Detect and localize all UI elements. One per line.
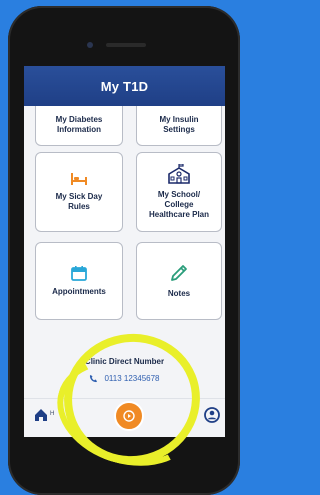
tile-my-sick-day-rules[interactable]: My Sick Day Rules	[35, 152, 123, 232]
tile-label: My Insulin Settings	[159, 115, 199, 134]
calendar-icon	[71, 266, 87, 281]
pencil-icon	[171, 265, 187, 281]
speaker-grill	[106, 43, 146, 47]
tile-label: My Diabetes Information	[55, 115, 103, 134]
bed-icon	[71, 173, 87, 185]
school-icon	[168, 164, 190, 184]
tile-label: My Sick Day Rules	[55, 192, 103, 211]
home-label: H	[50, 411, 55, 417]
tile-label: Notes	[167, 289, 191, 298]
camera	[87, 42, 93, 48]
home-icon[interactable]	[33, 407, 49, 423]
profile-icon[interactable]	[204, 407, 220, 423]
tile-label: My School/ College Healthcare Plan	[148, 190, 210, 219]
tile-appointments[interactable]: Appointments	[35, 242, 123, 320]
tile-label: Appointments	[52, 287, 106, 296]
app-header: My T1D	[24, 66, 225, 106]
tile-notes[interactable]: Notes	[136, 242, 222, 320]
tile-my-school-college-healthcare-plan[interactable]: My School/ College Healthcare Plan	[136, 152, 222, 232]
page-title: My T1D	[100, 78, 149, 94]
